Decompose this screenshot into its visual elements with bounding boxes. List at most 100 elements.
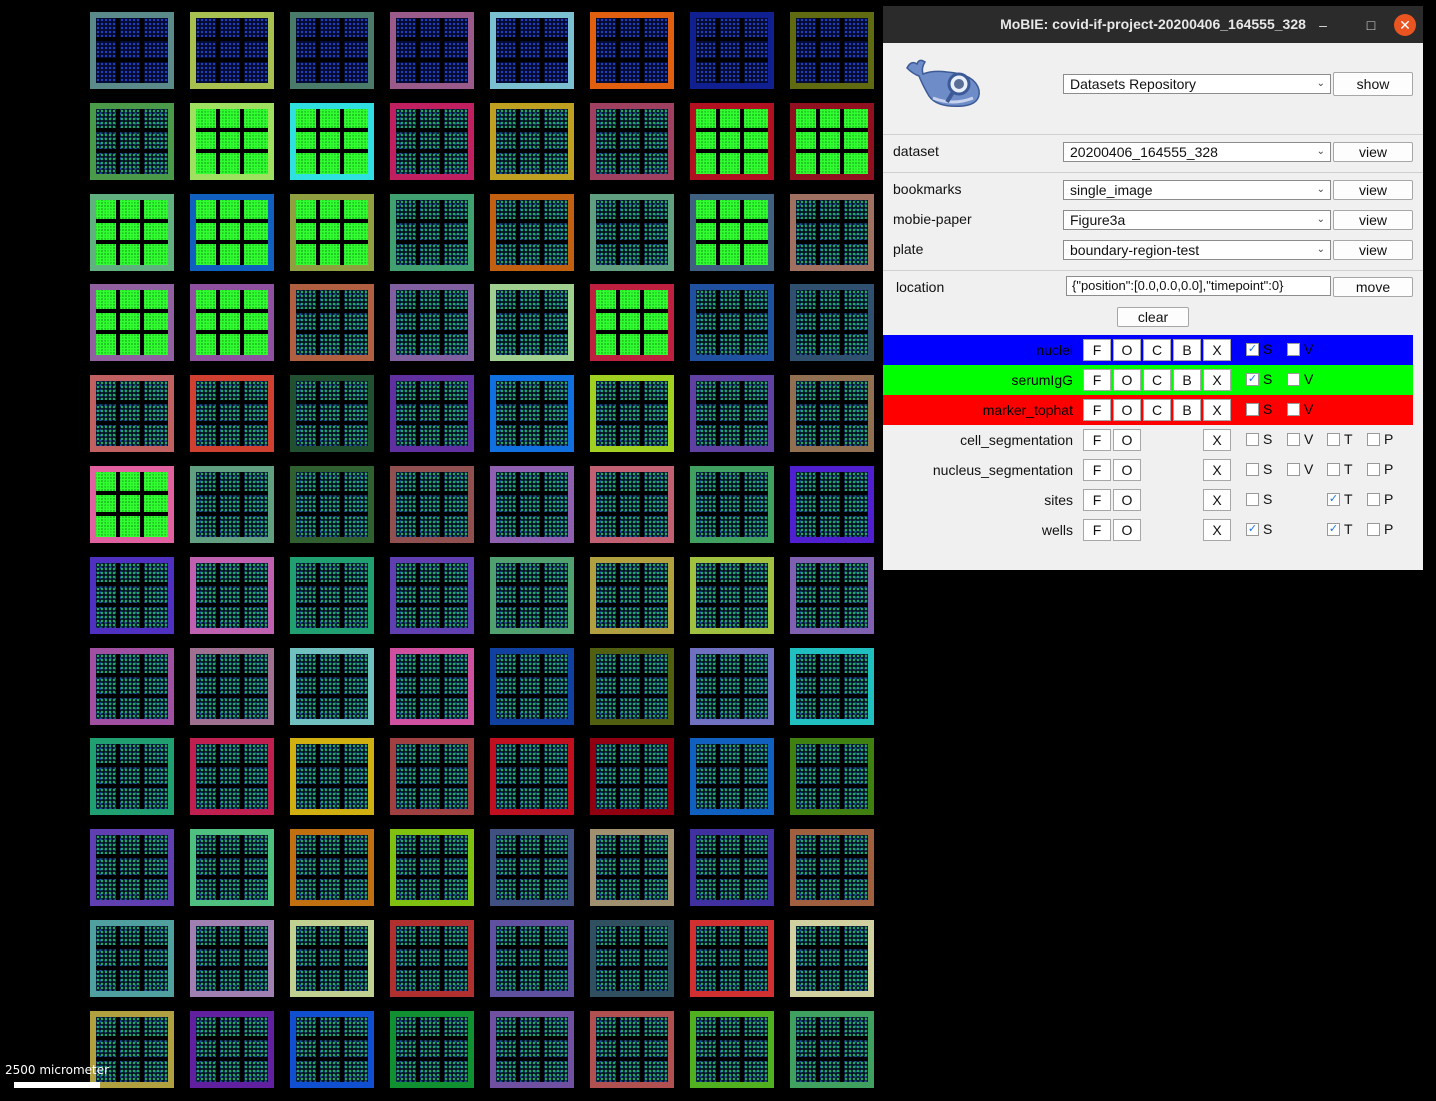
- plate-well[interactable]: [190, 375, 274, 452]
- plate-well[interactable]: [490, 284, 574, 361]
- plate-well[interactable]: [590, 920, 674, 997]
- plate-well[interactable]: [790, 284, 874, 361]
- plate-well[interactable]: [290, 829, 374, 906]
- location-input[interactable]: {"position":[0.0,0.0,0.0],"timepoint":0}: [1066, 276, 1331, 296]
- source-t-checkbox[interactable]: ✓: [1327, 493, 1340, 506]
- plate-well[interactable]: [390, 466, 474, 543]
- source-o-button[interactable]: O: [1113, 339, 1141, 361]
- source-f-button[interactable]: F: [1083, 519, 1111, 541]
- repository-dropdown[interactable]: Datasets Repository ⌄: [1063, 74, 1331, 94]
- plate-well[interactable]: [90, 466, 174, 543]
- plate-well[interactable]: [590, 194, 674, 271]
- plate-well[interactable]: [690, 284, 774, 361]
- plate-well[interactable]: [390, 1011, 474, 1088]
- source-c-button[interactable]: C: [1143, 399, 1171, 421]
- bookmarks-view-button[interactable]: view: [1333, 180, 1413, 200]
- source-b-button[interactable]: B: [1173, 399, 1201, 421]
- source-s-checkbox[interactable]: ✓: [1246, 373, 1259, 386]
- plate-well[interactable]: [590, 466, 674, 543]
- close-icon[interactable]: ✕: [1394, 14, 1416, 36]
- plate-well[interactable]: [590, 829, 674, 906]
- source-s-checkbox[interactable]: [1246, 463, 1259, 476]
- source-x-button[interactable]: X: [1203, 489, 1231, 511]
- plate-well[interactable]: [690, 375, 774, 452]
- plate-well[interactable]: [590, 648, 674, 725]
- source-f-button[interactable]: F: [1083, 339, 1111, 361]
- title-bar[interactable]: MoBIE: covid-if-project-20200406_164555_…: [883, 6, 1423, 43]
- plate-well[interactable]: [690, 738, 774, 815]
- plate-well[interactable]: [290, 557, 374, 634]
- show-button[interactable]: show: [1333, 72, 1413, 96]
- plate-well[interactable]: [90, 375, 174, 452]
- source-c-button[interactable]: C: [1143, 369, 1171, 391]
- source-s-checkbox[interactable]: [1246, 493, 1259, 506]
- plate-well[interactable]: [790, 920, 874, 997]
- plate-well[interactable]: [90, 194, 174, 271]
- plate-well[interactable]: [490, 738, 574, 815]
- plate-well[interactable]: [390, 648, 474, 725]
- dataset-view-button[interactable]: view: [1333, 142, 1413, 162]
- plate-well[interactable]: [690, 829, 774, 906]
- source-o-button[interactable]: O: [1113, 369, 1141, 391]
- plate-well[interactable]: [390, 557, 474, 634]
- source-o-button[interactable]: O: [1113, 459, 1141, 481]
- plate-well[interactable]: [590, 1011, 674, 1088]
- plate-well[interactable]: [590, 557, 674, 634]
- plate-well[interactable]: [690, 1011, 774, 1088]
- plate-well[interactable]: [90, 648, 174, 725]
- source-f-button[interactable]: F: [1083, 399, 1111, 421]
- plate-well[interactable]: [490, 12, 574, 89]
- plate-well[interactable]: [190, 738, 274, 815]
- plate-well[interactable]: [290, 375, 374, 452]
- plate-well[interactable]: [390, 829, 474, 906]
- plate-well[interactable]: [390, 738, 474, 815]
- source-s-checkbox[interactable]: ✓: [1246, 523, 1259, 536]
- plate-well[interactable]: [290, 920, 374, 997]
- source-c-button[interactable]: C: [1143, 339, 1171, 361]
- plate-well[interactable]: [690, 557, 774, 634]
- source-b-button[interactable]: B: [1173, 369, 1201, 391]
- source-x-button[interactable]: X: [1203, 459, 1231, 481]
- source-p-checkbox[interactable]: [1367, 463, 1380, 476]
- source-x-button[interactable]: X: [1203, 399, 1231, 421]
- source-o-button[interactable]: O: [1113, 399, 1141, 421]
- plate-well[interactable]: [490, 648, 574, 725]
- plate-well[interactable]: [290, 738, 374, 815]
- source-v-checkbox[interactable]: [1287, 403, 1300, 416]
- plate-well[interactable]: [190, 1011, 274, 1088]
- plate-well[interactable]: [290, 103, 374, 180]
- plate-well[interactable]: [790, 557, 874, 634]
- source-v-checkbox[interactable]: [1287, 373, 1300, 386]
- mobie-paper-view-button[interactable]: view: [1333, 210, 1413, 230]
- plate-well[interactable]: [190, 284, 274, 361]
- plate-well[interactable]: [790, 375, 874, 452]
- plate-well[interactable]: [190, 648, 274, 725]
- plate-well[interactable]: [190, 194, 274, 271]
- plate-well[interactable]: [490, 557, 574, 634]
- plate-well[interactable]: [690, 648, 774, 725]
- plate-well[interactable]: [390, 103, 474, 180]
- plate-well[interactable]: [90, 829, 174, 906]
- source-v-checkbox[interactable]: [1287, 463, 1300, 476]
- source-t-checkbox[interactable]: [1327, 463, 1340, 476]
- plate-well[interactable]: [790, 12, 874, 89]
- plate-well[interactable]: [790, 194, 874, 271]
- plate-well[interactable]: [90, 738, 174, 815]
- plate-well[interactable]: [390, 194, 474, 271]
- source-s-checkbox[interactable]: [1246, 433, 1259, 446]
- source-s-checkbox[interactable]: [1246, 403, 1259, 416]
- source-o-button[interactable]: O: [1113, 519, 1141, 541]
- source-p-checkbox[interactable]: [1367, 523, 1380, 536]
- plate-well[interactable]: [490, 920, 574, 997]
- plate-well[interactable]: [490, 194, 574, 271]
- clear-button[interactable]: clear: [1117, 307, 1189, 327]
- source-p-checkbox[interactable]: [1367, 433, 1380, 446]
- plate-well[interactable]: [190, 920, 274, 997]
- plate-well[interactable]: [790, 466, 874, 543]
- plate-well[interactable]: [290, 194, 374, 271]
- plate-well[interactable]: [190, 557, 274, 634]
- source-s-checkbox[interactable]: ✓: [1246, 343, 1259, 356]
- plate-well[interactable]: [290, 12, 374, 89]
- source-p-checkbox[interactable]: [1367, 493, 1380, 506]
- plate-well[interactable]: [90, 920, 174, 997]
